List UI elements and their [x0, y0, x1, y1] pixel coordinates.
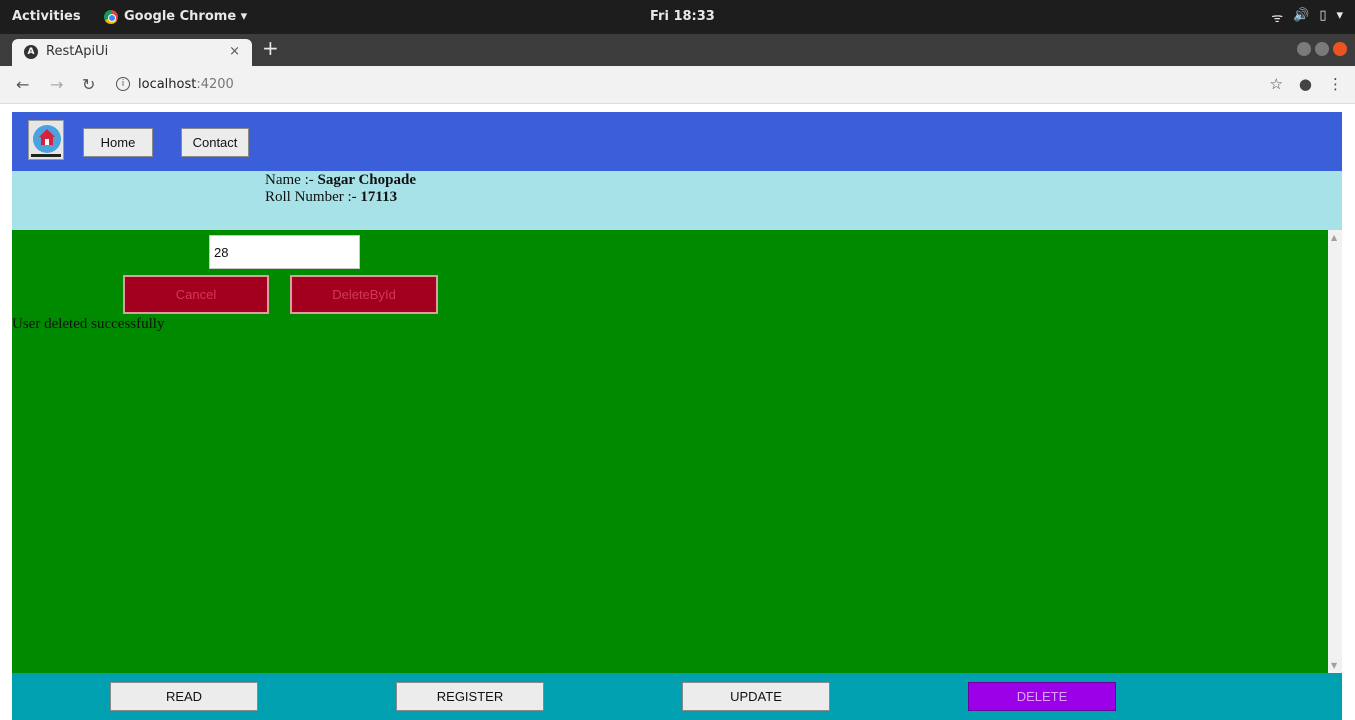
- home-logo[interactable]: [28, 120, 64, 160]
- wifi-icon: ᯤ: [1271, 11, 1284, 26]
- register-button[interactable]: REGISTER: [396, 682, 544, 711]
- scroll-up-icon[interactable]: ▲: [1331, 233, 1337, 242]
- window-controls: [1297, 42, 1347, 56]
- maximize-button[interactable]: [1315, 42, 1329, 56]
- tab-close-icon[interactable]: ×: [229, 44, 240, 59]
- clock[interactable]: Fri 18:33: [650, 9, 715, 24]
- address-bar[interactable]: i localhost:4200: [110, 71, 1240, 99]
- roll-line: Roll Number :- 17113: [265, 189, 397, 206]
- house-icon: [39, 129, 55, 145]
- menu-arrow-icon: ▾: [1336, 8, 1343, 23]
- activities-button[interactable]: Activities: [12, 9, 81, 24]
- contact-button[interactable]: Contact: [181, 128, 249, 157]
- toolbar-actions: ☆ ● ⋮: [1269, 75, 1343, 93]
- home-button[interactable]: Home: [83, 128, 153, 157]
- delete-by-id-button[interactable]: DeleteById: [290, 275, 438, 314]
- menu-dots-icon[interactable]: ⋮: [1328, 75, 1343, 93]
- page: Home Contact Name :- Sagar Chopade Roll …: [0, 104, 1355, 720]
- volume-icon: 🔊: [1293, 8, 1310, 23]
- minimize-button[interactable]: [1297, 42, 1311, 56]
- app-name: Google Chrome ▾: [124, 9, 248, 24]
- cancel-button[interactable]: Cancel: [123, 275, 269, 314]
- new-tab-button[interactable]: +: [262, 38, 279, 58]
- profile-icon[interactable]: ●: [1299, 75, 1312, 93]
- footer-nav: READ REGISTER UPDATE DELETE: [12, 673, 1342, 720]
- roll-prefix: Roll Number :-: [265, 189, 361, 205]
- browser-tab[interactable]: A RestApiUi ×: [12, 39, 252, 66]
- reload-icon[interactable]: ↻: [82, 75, 95, 94]
- name-value: Sagar Chopade: [317, 172, 416, 188]
- name-line: Name :- Sagar Chopade: [265, 172, 416, 189]
- user-id-input[interactable]: [209, 235, 360, 269]
- delete-button[interactable]: DELETE: [968, 682, 1116, 711]
- battery-icon: ▯: [1319, 8, 1327, 23]
- url-port: :4200: [196, 77, 234, 92]
- angular-icon: A: [24, 45, 38, 59]
- content-scrollbar[interactable]: ▲ ▼: [1328, 230, 1342, 673]
- tab-strip: A RestApiUi ×: [0, 34, 1355, 66]
- tab-title: RestApiUi: [46, 44, 109, 59]
- forward-icon[interactable]: →: [50, 75, 63, 94]
- url-text: localhost:4200: [138, 77, 234, 92]
- logo-base: [31, 154, 61, 157]
- student-info: Name :- Sagar Chopade Roll Number :- 171…: [12, 171, 1342, 230]
- app-header: Home Contact: [12, 112, 1342, 171]
- app-menu[interactable]: Google Chrome ▾: [104, 9, 247, 24]
- os-top-bar: Activities Google Chrome ▾ Fri 18:33 ᯤ 🔊…: [0, 0, 1355, 34]
- main-content: Cancel DeleteById User deleted successfu…: [12, 230, 1328, 673]
- system-tray[interactable]: ᯤ 🔊 ▯ ▾: [1271, 8, 1343, 26]
- name-prefix: Name :-: [265, 172, 318, 188]
- browser-toolbar: ← → ↻ i localhost:4200 ☆ ● ⋮: [0, 66, 1355, 104]
- scroll-down-icon[interactable]: ▼: [1331, 661, 1337, 670]
- read-button[interactable]: READ: [110, 682, 258, 711]
- url-host: localhost: [138, 77, 197, 92]
- update-button[interactable]: UPDATE: [682, 682, 830, 711]
- site-info-icon[interactable]: i: [116, 77, 130, 91]
- chrome-icon: [104, 9, 118, 24]
- bookmark-star-icon[interactable]: ☆: [1269, 75, 1282, 93]
- window-close-button[interactable]: [1333, 42, 1347, 56]
- roll-value: 17113: [360, 189, 398, 205]
- back-icon[interactable]: ←: [16, 75, 29, 94]
- status-message: User deleted successfully: [12, 316, 165, 332]
